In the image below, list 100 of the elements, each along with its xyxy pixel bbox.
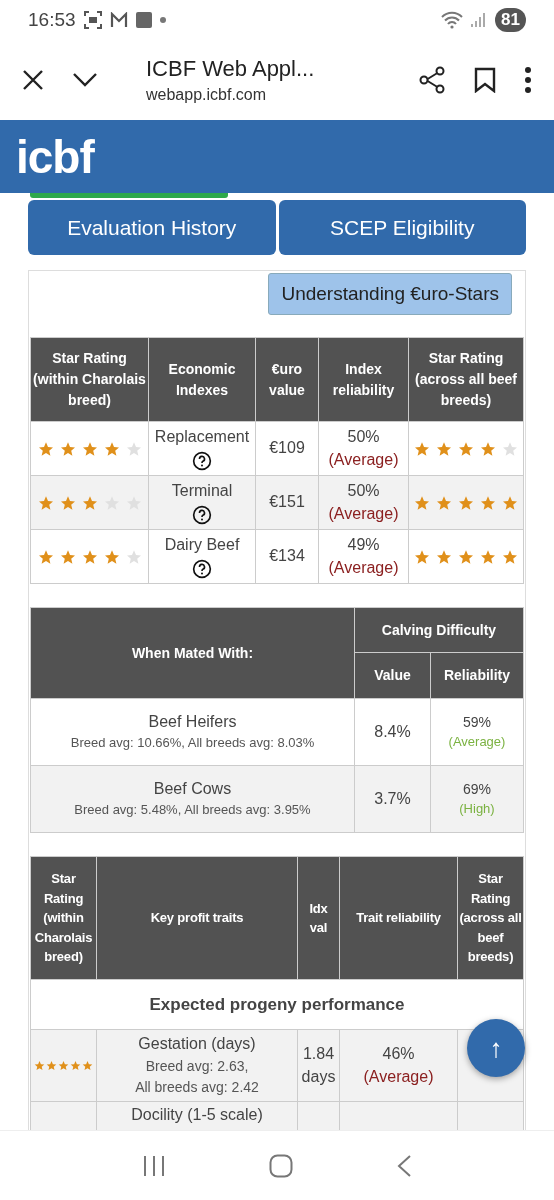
star-icon [502,440,518,457]
header-cell: When Mated With: [30,607,355,699]
header-cell: Economic Indexes [148,337,256,422]
table-cell: €134 [255,529,319,584]
star-icon [436,548,452,565]
star-icon [458,494,474,511]
logo[interactable]: icbf [16,129,94,184]
star-icon [59,548,76,565]
trait-name: Docility (1-5 scale) [130,1105,264,1125]
star-icon [436,494,452,511]
more-icon[interactable] [524,67,532,93]
star-icon [502,494,518,511]
star-icon [103,548,120,565]
star-icon [59,440,76,457]
star-icon [37,440,54,457]
averages-text: Breed avg: 5.48%, All breeds avg: 3.95% [73,801,312,820]
header-cell: Index reliability [318,337,409,422]
star-icon [414,440,430,457]
table-cell: 3.7% [354,765,431,833]
help-icon[interactable] [192,450,212,471]
star-icon [414,494,430,511]
star-icon [37,548,54,565]
star-icon [480,548,496,565]
table-cell: 8.4% [354,698,431,766]
star-icon [125,548,142,565]
table-cell: 1.84 days [297,1029,340,1102]
battery-level: 81 [495,8,526,32]
screenshot-icon [83,11,102,29]
help-icon[interactable] [192,558,212,579]
star-icon [103,440,120,457]
star-icon [34,1060,45,1071]
header-cell: Star Rating (across all beef breeds) [457,856,524,980]
table-cell: €109 [255,421,319,476]
signal-icon [471,12,488,28]
header-cell: Star Rating (within Charolais breed) [30,337,149,422]
page-url: webapp.icbf.com [146,86,268,104]
close-icon[interactable] [22,69,44,91]
star-icon [81,548,98,565]
reliability-label: (High) [458,799,496,818]
reliability-label: (Average) [327,449,400,470]
reliability-label: (Average) [362,1066,435,1087]
index-name: Terminal [171,482,233,500]
star-icon [59,494,76,511]
dot-icon [159,17,166,23]
back-icon[interactable] [396,1153,413,1178]
trait-name: Gestation (days) [137,1034,257,1055]
reliability-label: (Average) [447,732,507,751]
averages-text: Breed avg: 10.66%, All breeds avg: 8.03% [69,734,316,753]
header-cell: Key profit traits [96,856,298,980]
star-icon [81,494,98,511]
chevron-down-icon[interactable] [72,72,98,88]
star-icon [81,440,98,457]
table-cell: €151 [255,475,319,530]
index-name: Replacement [154,428,250,446]
reliability-value: 69% [461,780,492,800]
wifi-icon [441,11,464,29]
star-icon [37,494,54,511]
nav-button[interactable]: Evaluation History [28,200,276,255]
star-icon [502,548,518,565]
header-cell: Star Rating (within Charolais breed) [30,856,97,980]
share-icon[interactable] [418,66,446,94]
header-cell: Star Rating (across all beef breeds) [408,337,524,422]
star-icon [480,494,496,511]
home-icon[interactable] [269,1153,293,1178]
reliability-value: 59% [461,713,492,733]
page-title: ICBF Web Appl... [146,56,316,82]
star-icon [436,440,452,457]
reliability-value: 46% [381,1044,416,1065]
reliability-label: (Average) [327,557,400,578]
bookmark-icon[interactable] [474,67,496,93]
averages-text: All breeds avg: 2.42 [134,1077,260,1097]
header-cell: Idx val [297,856,340,980]
header-cell: €uro value [255,337,319,422]
averages-text: Breed avg: 2.63, [144,1056,250,1076]
star-icon [125,440,142,457]
star-icon [480,440,496,457]
help-icon[interactable] [192,504,212,525]
star-icon [458,440,474,457]
header-cell: Value [354,652,431,699]
mated-group: Beef Cows [33,778,352,801]
reliability-value: 50% [346,427,381,448]
star-icon [70,1060,81,1071]
star-icon [458,548,474,565]
header-cell: Reliability [430,652,524,699]
nav-button[interactable]: SCEP Eligibility [278,200,526,255]
header-cell: Trait reliability [339,856,458,980]
star-icon [82,1060,93,1071]
star-icon [414,548,430,565]
reliability-value: 50% [346,481,381,502]
header-cell: Calving Difficulty [354,607,524,653]
status-time: 16:53 [28,9,76,31]
recent-apps-icon[interactable] [141,1154,166,1177]
mail-icon [109,12,128,28]
understanding-button[interactable]: Understanding €uro-Stars [268,273,512,315]
reliability-label: (Average) [327,503,400,524]
reliability-value: 49% [346,535,381,556]
star-icon [46,1060,57,1071]
index-name: Dairy Beef [164,536,240,554]
star-icon [58,1060,69,1071]
mated-group: Beef Heifers [33,711,352,734]
